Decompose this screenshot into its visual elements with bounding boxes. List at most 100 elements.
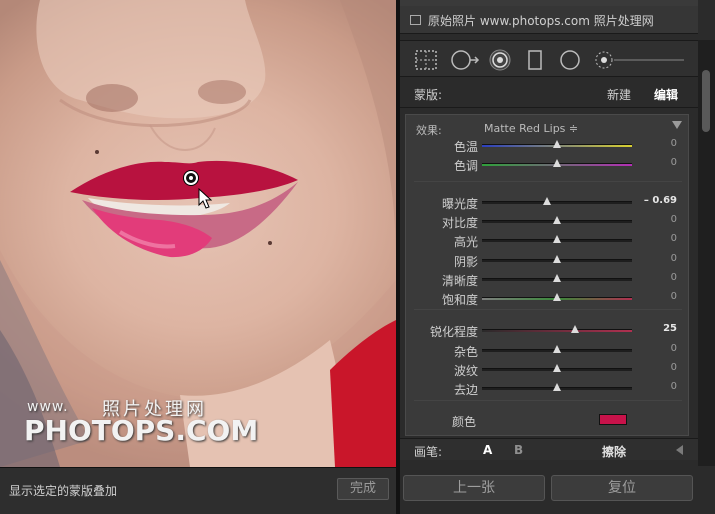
slider-track[interactable] (482, 197, 632, 205)
slider-thumb[interactable] (553, 274, 561, 282)
slider-track[interactable] (482, 293, 632, 301)
slider-thumb[interactable] (553, 255, 561, 263)
slider-value: 0 (670, 272, 677, 283)
slider-value: 0 (670, 253, 677, 264)
slider-value: 0 (670, 214, 677, 225)
slider-label: 曝光度 (441, 197, 478, 211)
photo-canvas[interactable]: www. 照片处理网 PHOTOPS.COM (0, 0, 396, 467)
watermark-www: www. (27, 399, 69, 415)
slider-row: 高光 0 (406, 231, 690, 249)
mask-row: 蒙版: 新建 编辑 (400, 80, 698, 108)
canvas-toolbar: 显示选定的蒙版叠加 完成 (0, 467, 398, 514)
slider-value: 0 (670, 343, 677, 354)
slider-track[interactable] (482, 255, 632, 263)
slider-row: 色调 0 (406, 155, 690, 173)
develop-panel: 原始照片 www.photops.com 照片处理网 蒙版: 新建 编辑 效果:… (400, 0, 715, 514)
slider-thumb[interactable] (553, 293, 561, 301)
reset-button[interactable]: 复位 (551, 475, 693, 501)
slider-track[interactable] (482, 140, 632, 148)
slider-label: 色温 (453, 140, 478, 154)
slider-value: 25 (663, 323, 677, 334)
brush-erase-button[interactable]: 擦除 (602, 443, 626, 460)
effect-preset-select[interactable]: Matte Red Lips ≑ (484, 122, 578, 135)
slider-label: 锐化程度 (429, 325, 478, 339)
slider-label: 波纹 (453, 364, 478, 378)
brush-b-button[interactable]: B (514, 443, 523, 457)
slider-thumb[interactable] (553, 235, 561, 243)
slider-row: 杂色 0 (406, 341, 690, 359)
color-swatch[interactable] (599, 414, 627, 425)
mask-edit-button[interactable]: 编辑 (654, 86, 678, 103)
slider-track[interactable] (482, 274, 632, 282)
watermark-logo: PHOTOPS.COM (24, 414, 259, 447)
collapse-triangle-icon[interactable] (672, 121, 682, 129)
slider-thumb[interactable] (553, 216, 561, 224)
slider-track[interactable] (482, 325, 632, 333)
slider-value: 0 (670, 157, 677, 168)
slider-row: 波纹 0 (406, 360, 690, 378)
section-divider (414, 309, 682, 310)
slider-track[interactable] (482, 383, 632, 391)
slider-value: – 0.69 (643, 195, 677, 206)
color-label: 颜色 (452, 415, 477, 429)
slider-value: 0 (670, 362, 677, 373)
slider-row: 饱和度 0 (406, 289, 690, 307)
original-photo-checkbox[interactable] (410, 15, 421, 25)
red-eye-icon[interactable] (488, 49, 512, 71)
slider-label: 阴影 (453, 255, 478, 269)
slider-track[interactable] (482, 235, 632, 243)
slider-row: 曝光度 – 0.69 (406, 193, 690, 211)
slider-row: 去边 0 (406, 379, 690, 397)
slider-label: 对比度 (441, 216, 478, 230)
mask-new-button[interactable]: 新建 (607, 86, 631, 103)
slider-value: 0 (670, 233, 677, 244)
slider-label: 清晰度 (441, 274, 478, 288)
slider-label: 杂色 (453, 345, 478, 359)
slider-row: 锐化程度 25 (406, 321, 690, 339)
slider-thumb[interactable] (553, 159, 561, 167)
slider-thumb[interactable] (553, 364, 561, 372)
adjustment-brush-icon[interactable] (594, 49, 690, 71)
done-button[interactable]: 完成 (337, 478, 389, 500)
scrollbar-thumb[interactable] (702, 70, 710, 132)
slider-label: 色调 (453, 159, 478, 173)
slider-track[interactable] (482, 345, 632, 353)
effect-panel: 效果: Matte Red Lips ≑ 色温 0 色调 0 曝光度 – 0.69 对比度 0… (405, 114, 689, 436)
slider-thumb[interactable] (553, 383, 561, 391)
slider-thumb[interactable] (542, 197, 551, 205)
radial-filter-icon[interactable] (558, 49, 582, 71)
slider-value: 0 (670, 291, 677, 302)
slider-track[interactable] (482, 159, 632, 167)
graduated-filter-icon[interactable] (526, 49, 544, 71)
adjustment-pin-icon[interactable] (184, 171, 198, 185)
section-divider (414, 181, 682, 182)
slider-thumb[interactable] (553, 140, 561, 148)
slider-label: 饱和度 (441, 293, 478, 307)
slider-value: 0 (670, 138, 677, 149)
brush-row: 画笔: A B 擦除 (400, 438, 698, 460)
slider-label: 去边 (453, 383, 478, 397)
crop-overlay-icon[interactable] (414, 49, 438, 71)
collapse-triangle-icon[interactable] (676, 445, 683, 455)
slider-row: 对比度 0 (406, 212, 690, 230)
tool-strip (400, 40, 698, 77)
slider-track[interactable] (482, 364, 632, 372)
spot-removal-icon[interactable] (450, 49, 480, 71)
slider-row: 色温 0 (406, 136, 690, 154)
panel-scrollbar[interactable] (698, 40, 715, 466)
slider-row: 阴影 0 (406, 251, 690, 269)
original-photo-row: 原始照片 www.photops.com 照片处理网 (400, 6, 698, 34)
previous-button[interactable]: 上一张 (403, 475, 545, 501)
slider-track[interactable] (482, 216, 632, 224)
slider-value: 0 (670, 381, 677, 392)
original-photo-label: 原始照片 www.photops.com 照片处理网 (428, 14, 654, 28)
show-mask-overlay-label[interactable]: 显示选定的蒙版叠加 (9, 482, 117, 499)
slider-thumb[interactable] (571, 325, 579, 333)
slider-label: 高光 (453, 235, 478, 249)
mask-label: 蒙版: (414, 88, 443, 102)
brush-a-button[interactable]: A (483, 443, 492, 457)
slider-row: 清晰度 0 (406, 270, 690, 288)
slider-thumb[interactable] (553, 345, 561, 353)
brush-label: 画笔: (414, 445, 443, 459)
section-divider (414, 400, 682, 401)
